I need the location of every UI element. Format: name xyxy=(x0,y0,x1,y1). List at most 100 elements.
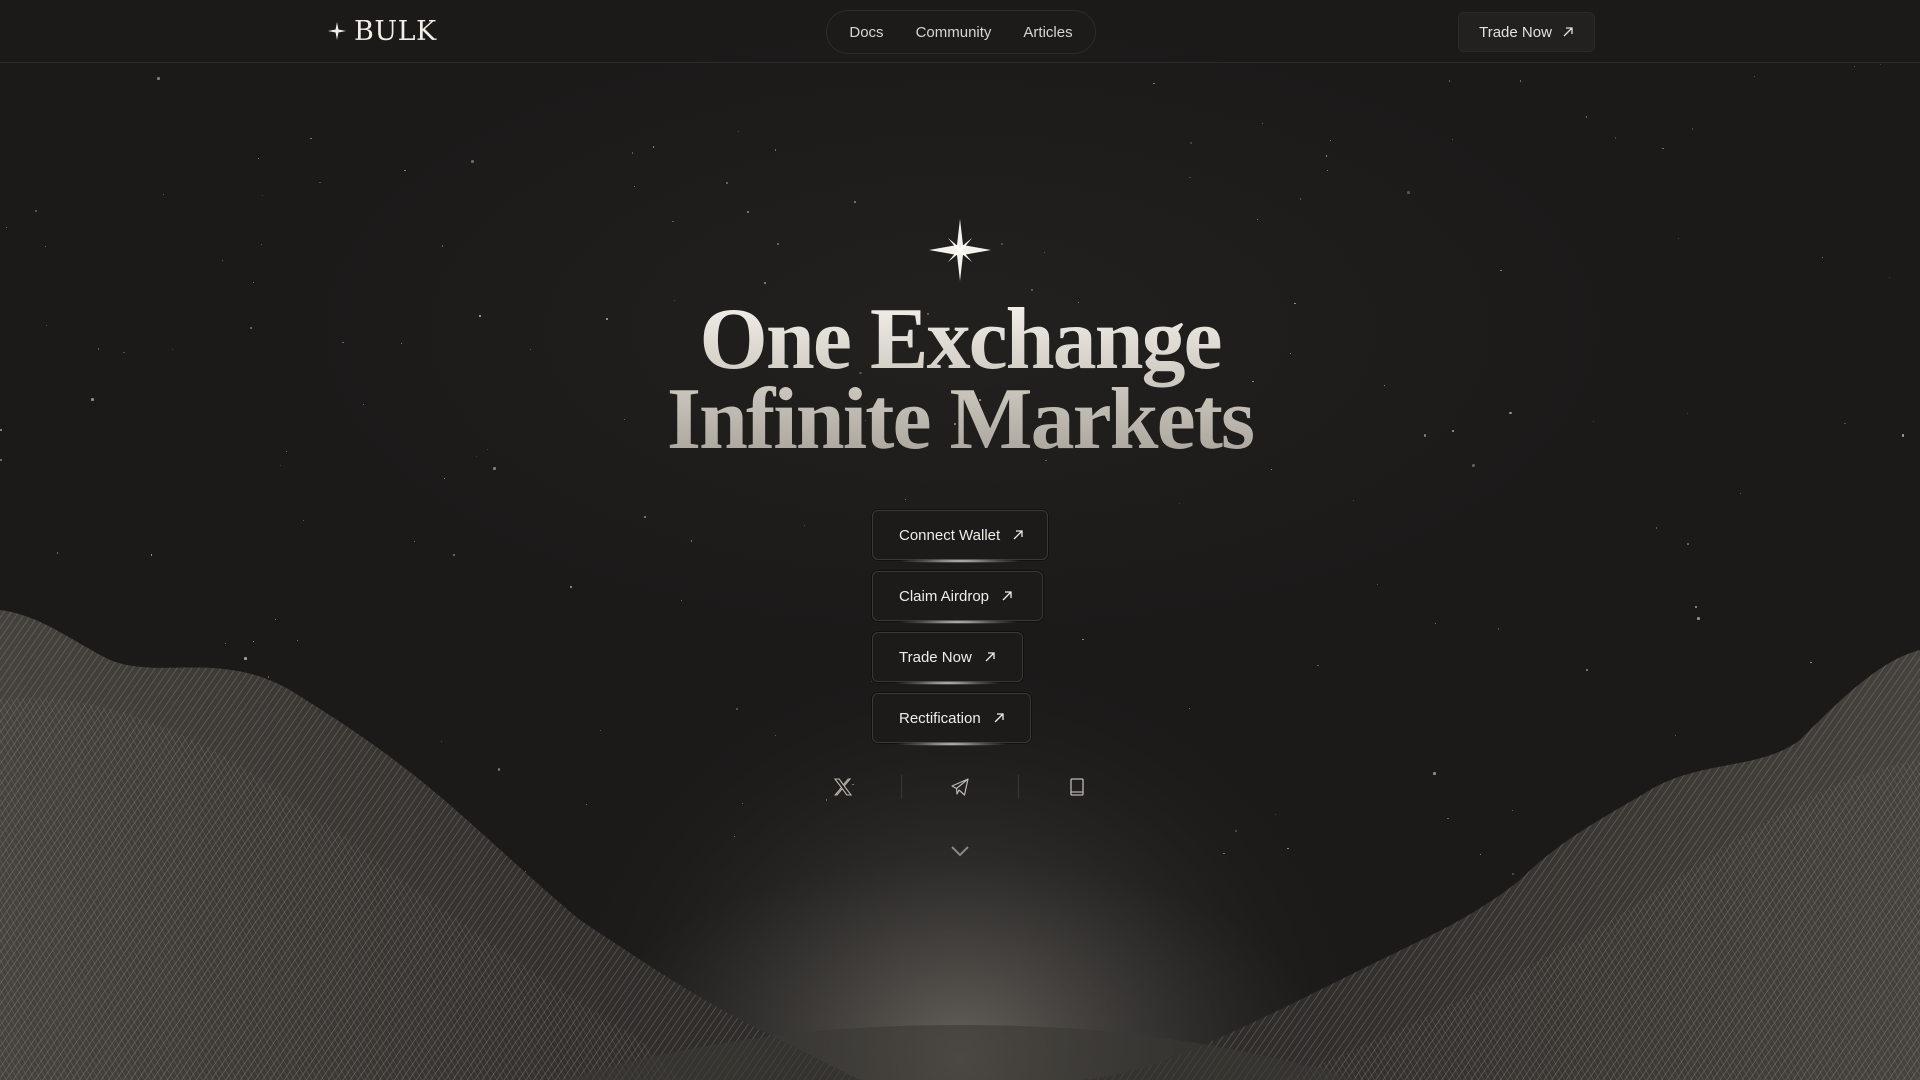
brand-logo[interactable]: BULK xyxy=(328,15,437,47)
headline-line-2: Infinite Markets xyxy=(666,371,1254,468)
star-dot xyxy=(1384,385,1386,387)
star-dot xyxy=(91,398,95,401)
star-dot xyxy=(225,642,227,644)
star-dot xyxy=(777,243,779,245)
star-dot xyxy=(257,157,259,159)
star-dot xyxy=(453,554,455,557)
star-dot xyxy=(1316,664,1319,667)
star-dot xyxy=(905,499,907,501)
star-dot xyxy=(737,131,739,133)
nav-item-community[interactable]: Community xyxy=(916,24,992,41)
star-dot xyxy=(1001,243,1003,245)
main-nav: Docs Community Articles xyxy=(826,10,1096,54)
star-dot xyxy=(262,194,264,197)
star-dot xyxy=(1262,122,1264,124)
star-dot xyxy=(681,599,683,601)
star-dot xyxy=(1854,66,1856,68)
star-dot xyxy=(1376,584,1378,586)
star-dot xyxy=(310,137,312,140)
star-dot xyxy=(1325,155,1328,158)
rectification-button[interactable]: Rectification xyxy=(872,693,1031,743)
star-dot xyxy=(476,456,478,458)
arrow-up-right-icon xyxy=(985,652,995,662)
star-dot xyxy=(44,245,47,248)
star-dot xyxy=(530,349,532,351)
rectification-label: Rectification xyxy=(899,709,981,727)
star-dot xyxy=(1451,138,1453,140)
arrow-up-right-icon xyxy=(994,713,1004,723)
star-dot xyxy=(1879,64,1881,66)
telegram-link[interactable] xyxy=(945,772,975,802)
star-dot xyxy=(672,220,674,223)
star-dot xyxy=(1901,434,1905,437)
star-dot xyxy=(150,554,152,556)
arrow-up-right-icon xyxy=(1563,27,1573,37)
star-dot xyxy=(746,210,750,214)
star-dot xyxy=(275,618,277,620)
docs-book-icon xyxy=(1070,778,1084,796)
star-dot xyxy=(171,349,173,351)
header-trade-now-button[interactable]: Trade Now xyxy=(1458,12,1595,52)
star-dot xyxy=(586,804,588,806)
star-dot xyxy=(1223,853,1225,855)
star-dot xyxy=(1407,191,1410,194)
star-dot xyxy=(253,281,255,283)
site-header: BULK Docs Community Articles Trade Now xyxy=(0,0,1920,63)
headline-line-1: One Exchange xyxy=(699,291,1221,388)
star-dot xyxy=(1779,765,1781,767)
star-dot xyxy=(1615,875,1618,878)
star-dot xyxy=(1082,638,1084,641)
star-dot xyxy=(400,343,402,345)
star-dot xyxy=(1695,605,1697,608)
star-dot xyxy=(1434,623,1436,625)
star-dot xyxy=(261,243,263,245)
star-dot xyxy=(493,467,496,470)
star-dot xyxy=(157,77,160,80)
landing-page: BULK Docs Community Articles Trade Now O… xyxy=(0,0,1920,1080)
x-link[interactable] xyxy=(828,772,858,802)
star-dot xyxy=(1810,661,1813,664)
star-dot xyxy=(1480,853,1482,855)
chevron-down-icon[interactable] xyxy=(949,844,971,858)
star-dot xyxy=(479,315,481,318)
claim-airdrop-button[interactable]: Claim Airdrop xyxy=(872,571,1043,621)
star-dot xyxy=(279,465,281,467)
star-dot xyxy=(1739,493,1741,495)
docs-link[interactable] xyxy=(1062,772,1092,802)
claim-airdrop-label: Claim Airdrop xyxy=(899,587,990,605)
star-dot xyxy=(123,351,125,354)
star-dot xyxy=(774,735,776,737)
star-dot xyxy=(1821,256,1824,259)
star-dot xyxy=(1433,772,1436,775)
star-dot xyxy=(1271,469,1273,471)
star-dot xyxy=(244,657,247,660)
star-dot xyxy=(1235,830,1238,832)
nav-item-docs[interactable]: Docs xyxy=(849,24,883,41)
star-dot xyxy=(249,326,253,330)
connect-wallet-button[interactable]: Connect Wallet xyxy=(872,510,1048,560)
star-dot xyxy=(0,429,2,432)
star-dot xyxy=(736,708,738,711)
star-dot xyxy=(1500,269,1502,272)
trade-now-label: Trade Now xyxy=(899,648,972,666)
x-icon xyxy=(833,778,853,796)
star-dot xyxy=(1257,219,1259,221)
star-dot xyxy=(803,524,805,526)
star-dot xyxy=(56,552,59,554)
star-dot xyxy=(1497,628,1500,630)
star-dot xyxy=(34,209,38,213)
star-dot xyxy=(1888,277,1890,279)
star-dot xyxy=(644,516,646,518)
star-dot xyxy=(1299,198,1302,200)
connect-wallet-label: Connect Wallet xyxy=(899,526,1001,544)
star-dot xyxy=(1043,252,1045,254)
star-dot xyxy=(1675,735,1677,737)
star-dot xyxy=(486,448,489,451)
star-dot xyxy=(413,540,415,542)
star-dot xyxy=(46,325,48,327)
nav-item-articles[interactable]: Articles xyxy=(1023,24,1072,41)
star-dot xyxy=(764,282,766,284)
star-dot xyxy=(471,160,474,163)
brand-name: BULK xyxy=(354,15,437,47)
trade-now-button[interactable]: Trade Now xyxy=(872,632,1023,682)
